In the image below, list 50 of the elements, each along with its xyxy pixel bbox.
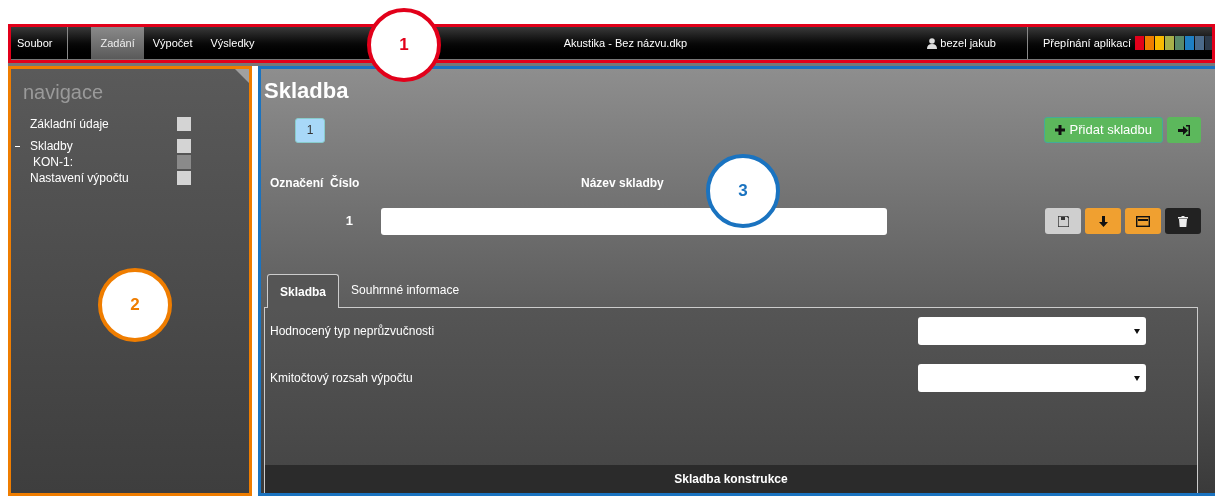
column-header: Číslo xyxy=(330,176,360,190)
file-menu[interactable]: Soubor xyxy=(8,27,62,59)
nav-item[interactable]: Základní údaje xyxy=(30,115,109,133)
plus-icon xyxy=(1054,125,1065,135)
delete-button[interactable] xyxy=(1165,208,1201,234)
menu-tab[interactable]: Výpočet xyxy=(143,27,202,59)
name-field[interactable] xyxy=(381,207,887,235)
app-swatch[interactable] xyxy=(1155,36,1164,50)
nav-item[interactable]: KON-1: xyxy=(30,153,73,171)
app-swatch[interactable] xyxy=(1145,36,1154,50)
page-button[interactable]: 1 xyxy=(295,117,325,143)
dropdown-field[interactable] xyxy=(918,317,1146,345)
sign-in-icon xyxy=(1178,124,1190,136)
arrow-down-icon xyxy=(1097,215,1109,227)
import-button[interactable] xyxy=(1167,117,1201,143)
row-number: 1 xyxy=(345,212,353,231)
folded-corner-icon xyxy=(235,69,249,83)
app-swatch[interactable] xyxy=(1175,36,1184,50)
nav-item[interactable]: Nastavení výpočtu xyxy=(30,169,129,187)
save-icon xyxy=(1057,215,1069,227)
column-header: Název skladby xyxy=(581,176,664,190)
app-swatch[interactable] xyxy=(1135,36,1144,50)
window-title: Akustika - Bez názvu.dkp xyxy=(563,35,688,51)
field-label: Kmitočtový rozsah výpočtu xyxy=(270,370,414,387)
page-title: Skladba xyxy=(264,80,350,102)
app-swatch[interactable] xyxy=(1205,36,1214,50)
nav-item[interactable]: Skladby xyxy=(30,137,73,155)
trash-icon xyxy=(1178,215,1188,227)
section-header: Skladba konstrukce xyxy=(674,471,788,488)
save-button[interactable] xyxy=(1045,208,1081,234)
app-swatch[interactable] xyxy=(1195,36,1204,50)
dropdown-field[interactable] xyxy=(918,364,1146,392)
download-button[interactable] xyxy=(1085,208,1121,234)
tab[interactable]: Skladba xyxy=(267,274,340,308)
app-swatch[interactable] xyxy=(1185,36,1194,50)
panel-title: navigace xyxy=(23,82,105,102)
user-name: bezel jakub xyxy=(940,35,996,51)
caret-down-icon xyxy=(1134,375,1140,381)
tab[interactable]: Souhrnné informace xyxy=(339,273,472,307)
caret-down-icon xyxy=(1134,328,1140,334)
field-label: Hodnocený typ neprůzvučnosti xyxy=(270,323,436,340)
app-swatch[interactable] xyxy=(1165,36,1174,50)
column-header: Označení xyxy=(270,176,324,190)
view-button[interactable] xyxy=(1125,208,1161,234)
user-icon xyxy=(927,37,938,49)
menu-tab[interactable]: Výsledky xyxy=(201,27,264,59)
menu-tab[interactable]: Zadání xyxy=(91,27,144,59)
callout-marker: 1 xyxy=(367,8,441,82)
app-switch-label: Přepínání aplikací xyxy=(1042,35,1131,51)
card-icon xyxy=(1136,215,1150,227)
